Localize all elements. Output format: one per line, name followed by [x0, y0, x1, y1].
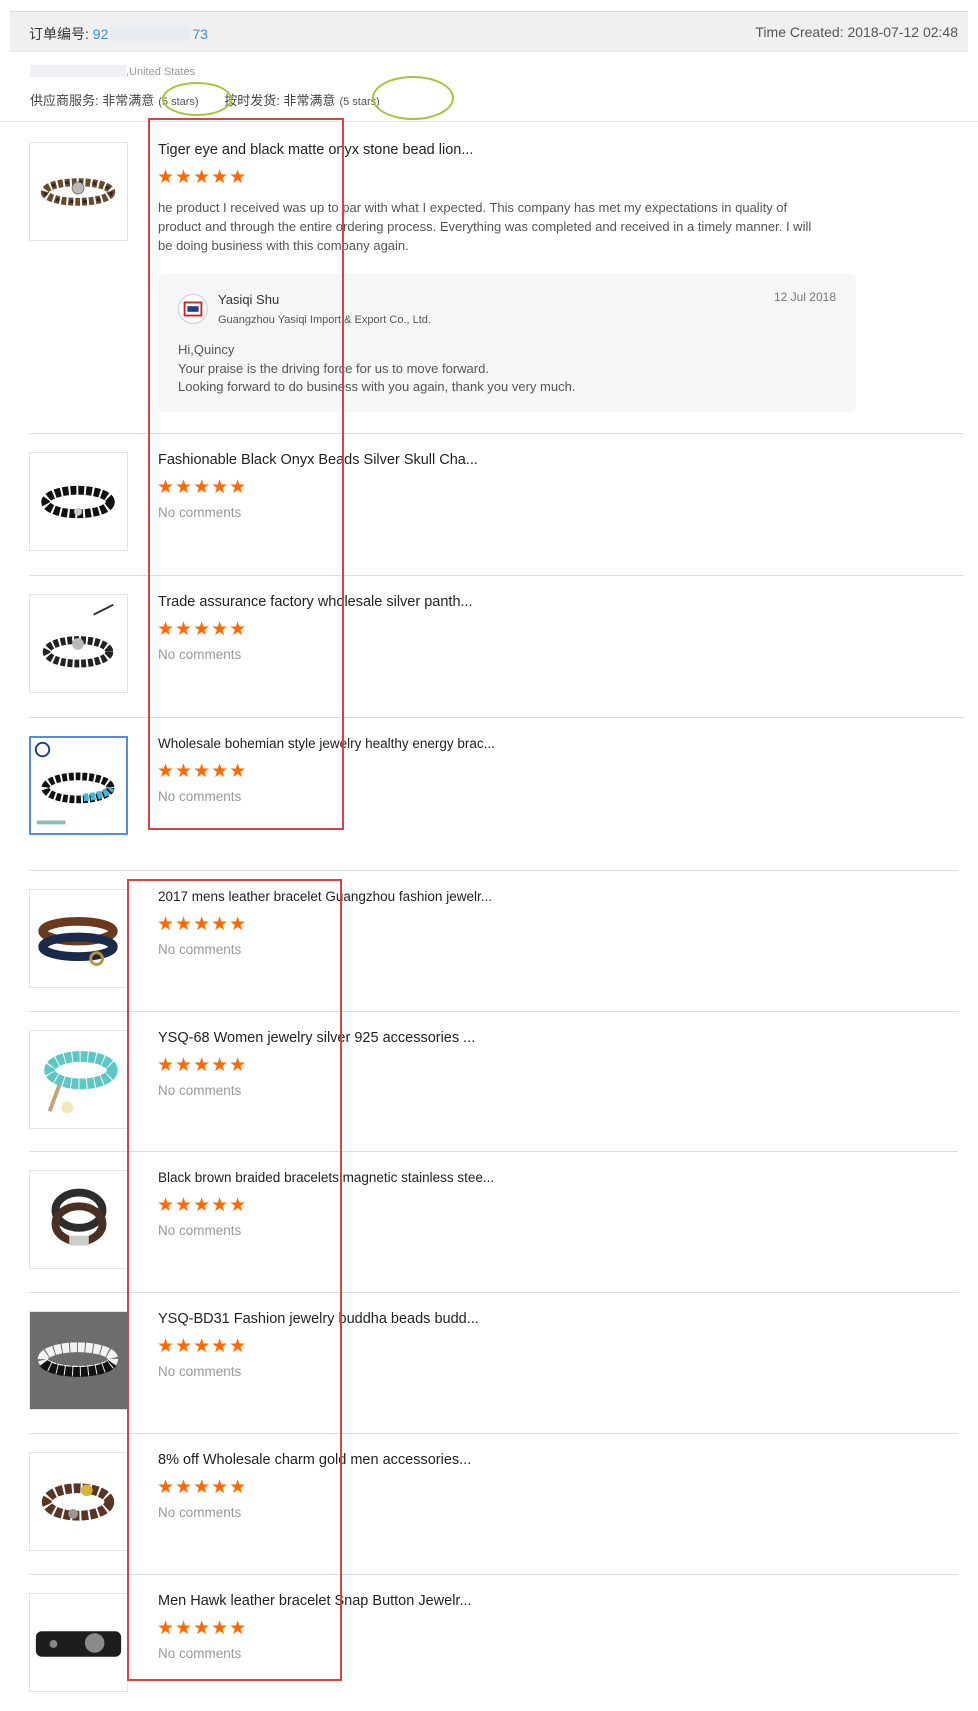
- order-number: 订单编号: 92 73: [29, 24, 208, 44]
- reply-company: Guangzhou Yasiqi Import & Export Co., Lt…: [218, 314, 431, 326]
- annotation-box-2: [127, 879, 342, 1681]
- product-thumbnail[interactable]: [29, 1311, 128, 1410]
- product-title[interactable]: Fashionable Black Onyx Beads Silver Skul…: [158, 452, 478, 468]
- divider: [29, 1011, 958, 1012]
- reply-line: Hi,Quincy: [178, 342, 235, 357]
- product-title[interactable]: Trade assurance factory wholesale silver…: [158, 594, 473, 610]
- buyer-country: ,United States: [30, 65, 195, 78]
- product-thumbnail[interactable]: [29, 452, 128, 551]
- redacted-mask: [110, 27, 191, 41]
- bracelet-image: [44, 1051, 118, 1114]
- reply-body: Hi,Quincy Your praise is the driving for…: [178, 341, 575, 397]
- order-number-suffix[interactable]: 73: [192, 26, 208, 42]
- company-logo-icon: [178, 294, 208, 324]
- product-title[interactable]: 8% off Wholesale charm gold men accessor…: [158, 1452, 471, 1468]
- divider: [0, 121, 978, 122]
- on-time-label: 按时发货: 非常满意: [224, 93, 336, 108]
- divider: [29, 1292, 958, 1293]
- country-text: ,United States: [126, 66, 196, 78]
- rating-stars: ★★★★★: [157, 1618, 248, 1639]
- rating-stars: ★★★★★: [157, 1477, 248, 1498]
- annotation-oval-2: [372, 76, 454, 120]
- comment-text: No comments: [158, 1083, 242, 1098]
- product-thumbnail[interactable]: [29, 1593, 128, 1692]
- reply-date: 12 Jul 2018: [773, 290, 836, 304]
- product-title[interactable]: YSQ-68 Women jewelry silver 925 accessor…: [158, 1030, 475, 1046]
- bracelet-image: [35, 1631, 122, 1657]
- divider: [29, 433, 964, 434]
- annotation-oval-1: [162, 82, 232, 116]
- bracelet-image: [41, 1483, 115, 1521]
- rating-stars: ★★★★★: [157, 914, 248, 935]
- on-time-rating: 按时发货: 非常满意 (5 stars): [224, 90, 380, 109]
- divider: [29, 1151, 958, 1152]
- supplier-reply: Yasiqi Shu Guangzhou Yasiqi Import & Exp…: [158, 274, 856, 412]
- comment-text: No comments: [158, 1364, 242, 1379]
- reply-line: Looking forward to do business with you …: [178, 379, 576, 394]
- comment-text: No comments: [158, 1505, 242, 1520]
- redacted-mask: [30, 65, 126, 77]
- comment-text: No comments: [158, 1646, 242, 1661]
- comment-text: No comments: [158, 647, 242, 662]
- bracelet-image: [42, 603, 114, 668]
- product-thumbnail[interactable]: [29, 1030, 128, 1129]
- rating-stars: ★★★★★: [157, 619, 248, 640]
- product-thumbnail[interactable]: [29, 889, 128, 988]
- product-title[interactable]: Men Hawk leather bracelet Snap Button Je…: [158, 1593, 472, 1609]
- comment-text: No comments: [158, 789, 242, 804]
- product-thumbnail[interactable]: [29, 1170, 128, 1269]
- reply-author: Yasiqi Shu: [218, 292, 280, 307]
- divider: [29, 870, 958, 871]
- product-thumbnail[interactable]: [29, 1452, 128, 1551]
- rating-stars: ★★★★★: [157, 1336, 248, 1357]
- bracelet-image: [51, 1188, 107, 1246]
- bracelet-image: [41, 485, 115, 519]
- order-number-label: 订单编号:: [29, 26, 93, 42]
- product-thumbnail[interactable]: [29, 736, 128, 835]
- order-header: 订单编号: 92 73 Time Created: 2018-07-12 02:4…: [10, 11, 968, 52]
- divider: [29, 575, 964, 576]
- rating-stars: ★★★★★: [157, 1195, 248, 1216]
- rating-stars: ★★★★★: [157, 1055, 248, 1076]
- order-number-prefix[interactable]: 92: [93, 26, 109, 42]
- product-title[interactable]: YSQ-BD31 Fashion jewelry buddha beads bu…: [158, 1311, 479, 1327]
- product-title[interactable]: 2017 mens leather bracelet Guangzhou fas…: [158, 889, 492, 904]
- rating-stars: ★★★★★: [157, 761, 248, 782]
- product-title[interactable]: Wholesale bohemian style jewelry healthy…: [158, 736, 495, 751]
- comment-text: No comments: [158, 1223, 242, 1238]
- product-thumbnail[interactable]: [29, 142, 128, 241]
- comment-text: No comments: [158, 942, 242, 957]
- divider: [29, 717, 964, 718]
- product-title[interactable]: Tiger eye and black matte onyx stone bea…: [158, 142, 473, 158]
- divider: [29, 1574, 958, 1575]
- bracelet-image: [40, 178, 116, 206]
- time-created: Time Created: 2018-07-12 02:48: [755, 24, 958, 40]
- divider: [29, 1433, 958, 1434]
- bracelet-image: [34, 741, 115, 825]
- comment-text: No comments: [158, 505, 242, 520]
- supplier-service-label: 供应商服务: 非常满意: [30, 93, 155, 108]
- bracelet-image: [38, 916, 118, 966]
- bracelet-image: [30, 1312, 127, 1409]
- rating-stars: ★★★★★: [157, 477, 248, 498]
- review-text: he product I received was up to par with…: [158, 200, 812, 253]
- reply-line: Your praise is the driving force for us …: [178, 360, 489, 376]
- product-thumbnail[interactable]: [29, 594, 128, 693]
- product-title[interactable]: Black brown braided bracelets magnetic s…: [158, 1170, 494, 1185]
- rating-stars: ★★★★★: [157, 167, 248, 188]
